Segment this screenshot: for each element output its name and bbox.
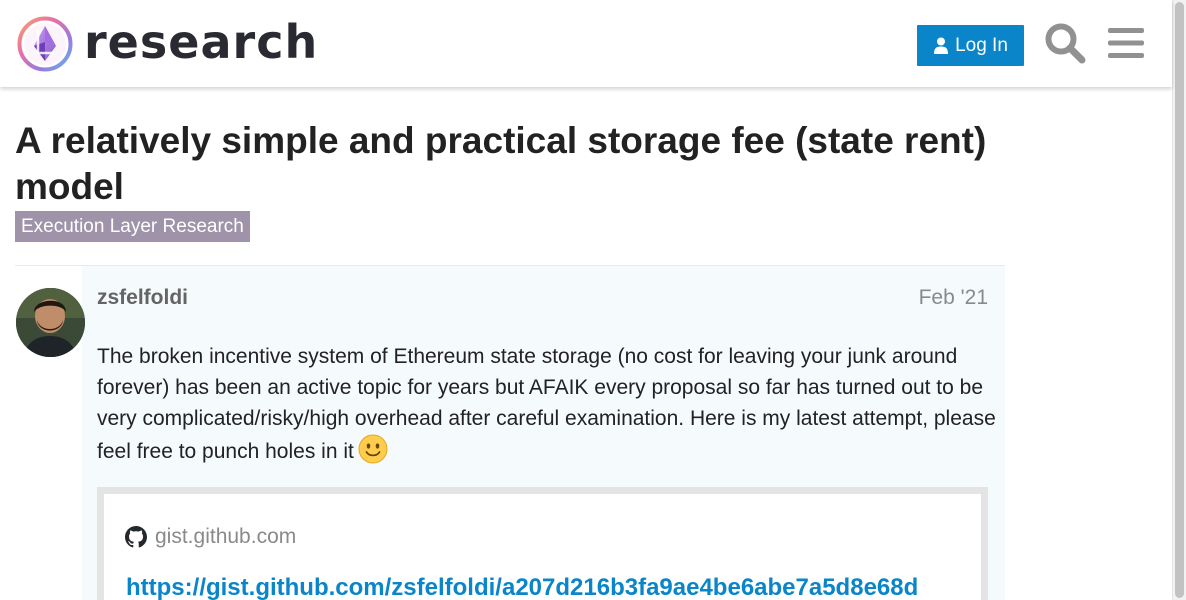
hamburger-menu-icon[interactable]	[1106, 24, 1146, 62]
link-preview-onebox: gist.github.com https://gist.github.com/…	[97, 487, 988, 600]
post-body-text: The broken incentive system of Ethereum …	[97, 345, 996, 463]
onebox-source[interactable]: gist.github.com	[125, 525, 296, 549]
site-brand-name[interactable]: research	[84, 12, 318, 72]
post-date[interactable]: Feb '21	[900, 286, 988, 310]
onebox-link[interactable]: https://gist.github.com/zsfelfoldi/a207d…	[126, 574, 918, 600]
research-logo-icon[interactable]	[16, 15, 74, 73]
login-button[interactable]: Log In	[917, 25, 1024, 66]
search-icon[interactable]	[1044, 22, 1086, 64]
post-body: The broken incentive system of Ethereum …	[97, 341, 997, 467]
github-icon	[125, 526, 147, 548]
site-header: research Log In	[0, 0, 1172, 87]
user-icon	[934, 37, 949, 54]
topic-title: A relatively simple and practical storag…	[15, 120, 987, 207]
avatar-photo	[16, 288, 85, 357]
category-badge[interactable]: Execution Layer Research	[15, 211, 250, 242]
avatar[interactable]	[16, 288, 85, 357]
slightly-smiling-face-icon	[358, 434, 388, 464]
post-username[interactable]: zsfelfoldi	[97, 286, 188, 310]
onebox-source-label: gist.github.com	[155, 525, 297, 548]
scrollbar-thumb[interactable]	[1175, 2, 1184, 598]
login-button-label: Log In	[955, 34, 1008, 56]
